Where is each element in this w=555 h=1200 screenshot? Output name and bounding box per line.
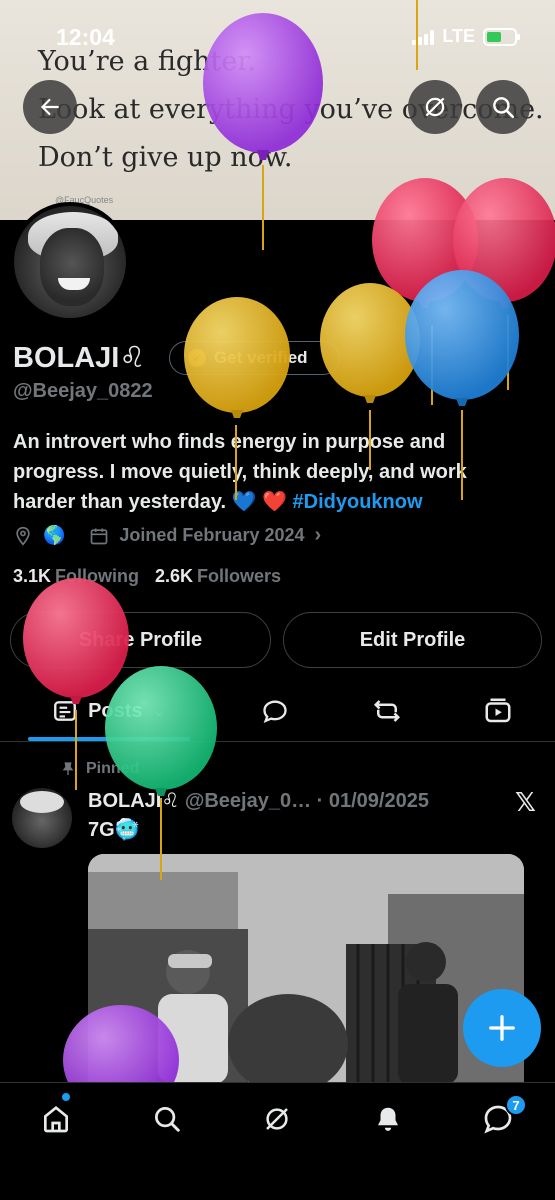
follow-stats: 3.1K Following 2.6K Followers — [13, 566, 281, 587]
search-button[interactable] — [476, 80, 530, 134]
verified-check-icon: ✓ — [188, 349, 206, 367]
pin-icon — [62, 762, 74, 775]
balloon-yellow-2 — [320, 283, 420, 403]
chevron-down-icon: ⌄ — [152, 703, 166, 720]
signal-icon — [412, 29, 435, 45]
location-icon — [16, 526, 30, 546]
profile-avatar[interactable] — [10, 202, 130, 322]
banner-quote-line-3: Don’t give up now. — [38, 142, 293, 173]
post-photo — [88, 854, 524, 1084]
media-icon — [485, 698, 511, 723]
calendar-icon — [91, 528, 108, 544]
location-value: 🌎 — [43, 525, 66, 545]
post-header: BOLAJI♌ @Beejay_0… · 01/09/2025 — [88, 788, 429, 813]
back-button[interactable] — [23, 80, 77, 134]
followers-count: 2.6K — [155, 566, 194, 586]
home-icon — [44, 1105, 68, 1133]
bottom-navigation: 7 — [0, 1082, 555, 1200]
profile-meta: 🌎 Joined February 2024 › — [13, 524, 321, 547]
tab-replies[interactable] — [250, 680, 300, 742]
nav-grok[interactable] — [257, 1099, 297, 1139]
compose-post-button[interactable] — [463, 989, 541, 1067]
post-author-avatar[interactable] — [12, 788, 72, 848]
x-logo-icon: 𝕏 — [515, 787, 536, 817]
tab-posts-label: Posts — [88, 699, 143, 722]
profile-handle: @Beejay_0822 — [13, 380, 153, 402]
home-notification-dot — [62, 1093, 70, 1101]
posts-icon — [54, 701, 77, 721]
bio-hashtag[interactable]: #Didyouknow — [293, 491, 423, 513]
active-tab-indicator — [28, 737, 190, 741]
chevron-right-icon[interactable]: › — [315, 524, 322, 547]
banner-quote-line-2: Look at everything you’ve overcome. — [38, 94, 544, 125]
post-author-name[interactable]: BOLAJI♌ — [88, 790, 179, 812]
explore-icon — [155, 1107, 180, 1132]
search-icon — [493, 97, 515, 119]
following-count: 3.1K — [13, 566, 52, 586]
post-date: · 01/09/2025 — [316, 790, 429, 812]
battery-icon — [483, 27, 520, 46]
nav-home[interactable] — [36, 1099, 76, 1139]
grok-button[interactable] — [408, 80, 462, 134]
status-time: 12:04 — [56, 24, 115, 50]
plus-icon — [489, 1015, 515, 1041]
post-author-handle[interactable]: @Beejay_0… — [185, 790, 311, 812]
nav-notifications[interactable] — [368, 1099, 408, 1139]
following-label: Following — [55, 566, 140, 586]
get-verified-button[interactable]: ✓ Get verified — [169, 341, 340, 375]
following-link[interactable]: 3.1K Following — [13, 566, 139, 587]
repost-icon — [373, 700, 401, 722]
pinned-label: Pinned — [86, 760, 140, 777]
followers-label: Followers — [197, 566, 282, 586]
profile-name: BOLAJI♌ — [13, 342, 146, 374]
pinned-indicator: Pinned — [60, 760, 139, 778]
network-label: LTE — [442, 26, 475, 46]
messages-badge: 7 — [505, 1094, 527, 1116]
followers-link[interactable]: 2.6K Followers — [155, 566, 281, 587]
edit-profile-button[interactable]: Edit Profile — [283, 612, 542, 668]
share-profile-button[interactable]: Share Profile — [10, 612, 271, 668]
tab-reposts[interactable] — [362, 680, 412, 742]
bell-icon — [378, 1107, 398, 1131]
joined-date: Joined February 2024 — [119, 525, 305, 545]
grok-icon — [425, 97, 445, 117]
grok-nav-icon — [266, 1108, 288, 1130]
tab-media[interactable] — [473, 680, 523, 742]
nav-explore[interactable] — [147, 1099, 187, 1139]
profile-tabs: Posts ⌄ — [0, 680, 555, 742]
tab-posts[interactable]: Posts ⌄ — [28, 680, 190, 742]
reply-icon — [263, 700, 287, 724]
profile-bio: An introvert who finds energy in purpose… — [13, 427, 533, 517]
status-indicators: LTE — [412, 26, 520, 47]
back-arrow-icon — [40, 98, 59, 116]
post-image[interactable] — [88, 854, 524, 1084]
balloon-blue-1 — [405, 270, 519, 406]
get-verified-label: Get verified — [214, 348, 308, 367]
post-text: 7G🥶 — [88, 819, 140, 841]
